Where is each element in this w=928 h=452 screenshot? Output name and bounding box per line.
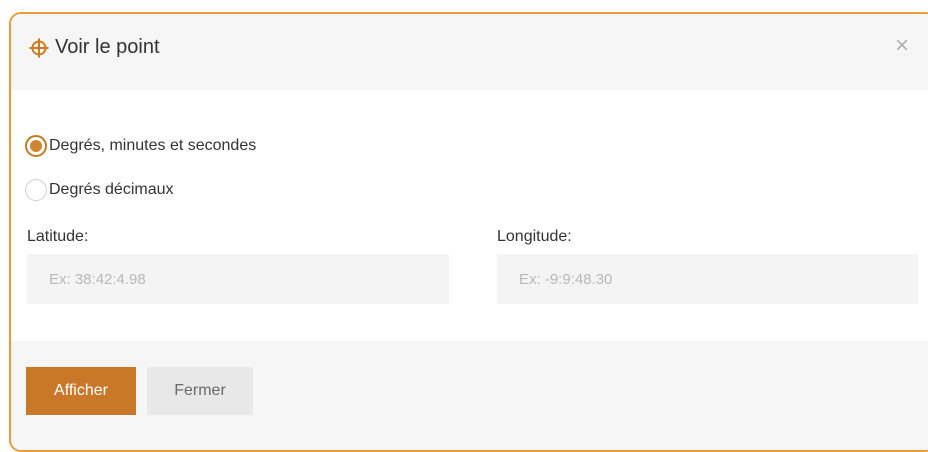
radio-option-dms[interactable]: Degrés, minutes et secondes — [25, 135, 256, 157]
radio-decimal-label[interactable]: Degrés décimaux — [49, 181, 174, 199]
radio-option-decimal[interactable]: Degrés décimaux — [25, 179, 174, 201]
close-icon[interactable]: × — [895, 32, 909, 59]
longitude-label: Longitude: — [497, 228, 572, 245]
latitude-input[interactable] — [27, 254, 449, 304]
close-dialog-button[interactable]: Fermer — [147, 367, 253, 415]
view-point-dialog: Voir le point × Degrés, minutes et secon… — [9, 12, 928, 452]
dialog-header: Voir le point × — [11, 14, 928, 90]
dialog-body: Degrés, minutes et secondes Degrés décim… — [11, 90, 928, 341]
dialog-title-group: Voir le point — [29, 36, 160, 59]
dialog-title: Voir le point — [55, 36, 160, 58]
close-button[interactable]: × — [895, 34, 909, 58]
radio-dms[interactable] — [25, 135, 47, 157]
radio-decimal[interactable] — [25, 179, 47, 201]
radio-dms-label[interactable]: Degrés, minutes et secondes — [49, 137, 256, 155]
crosshair-icon — [29, 38, 49, 58]
longitude-input[interactable] — [497, 254, 918, 304]
show-button[interactable]: Afficher — [26, 367, 136, 415]
latitude-label: Latitude: — [27, 228, 89, 245]
dialog-footer: Afficher Fermer — [11, 341, 928, 450]
